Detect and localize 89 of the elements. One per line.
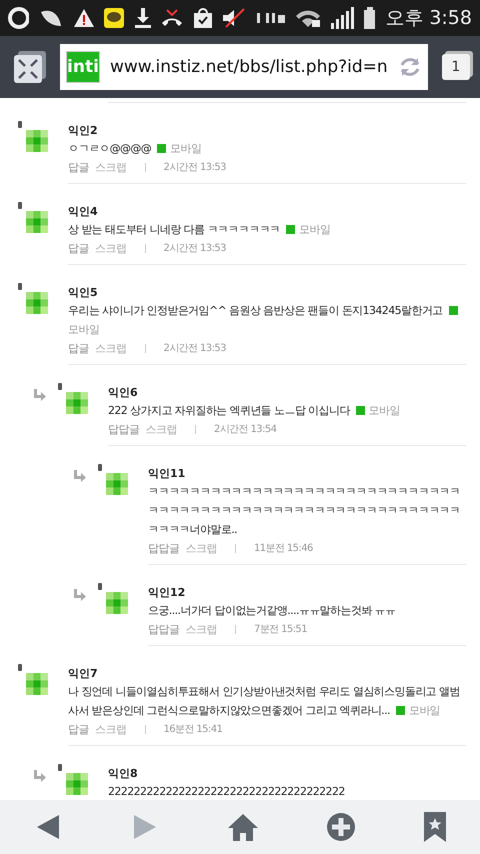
warning-icon	[72, 8, 94, 28]
author-name: 익인12	[148, 585, 186, 601]
phone-icon	[18, 664, 22, 671]
comment-text: 나 징언데 니들이열심히투표해서 인기상받아낸것처럼 우리도 열심히스밍돌리고 앨범사서 받은상인데 그런식으로말하지않았으면좋겠어 그리고 엑퀴라니... 모바일	[68, 684, 461, 719]
comment-time: 7분전 15:51	[254, 623, 307, 637]
bookmark-button[interactable]	[422, 811, 447, 843]
comment-text: ㅋㅋㅋㅋㅋㅋㅋㅋㅋㅋㅋㅋㅋㅋㅋㅋㅋㅋㅋㅋㅋㅋㅋㅋㅋㅋㅋㅋㅋㅋㅋㅋㅋㅋㅋㅋㅋㅋㅋㅋㅋㅋㅋㅋㅋㅋㅋㅋㅋㅋㅋㅋㅋㅋㅋㅋㅋㅋㅋㅋㅋㅋㅋㅋ너야말로..	[148, 484, 462, 538]
avatar	[26, 211, 48, 233]
site-logo: inti	[66, 51, 100, 83]
home-icon	[226, 812, 259, 842]
scrap-link[interactable]: 스크랩	[186, 620, 217, 639]
add-icon	[326, 812, 356, 842]
mobile-label: 모바일	[408, 704, 440, 717]
comment-text: 222 상가지고 자위질하는 엑퀴년들 노ㅡ답 이십니다 모바일	[108, 403, 401, 419]
comment-time: 16분전 15:41	[164, 723, 222, 737]
scrap-link[interactable]: 스크랩	[95, 158, 126, 177]
reply-link[interactable]: 답답글	[148, 539, 180, 558]
chat-app-icon	[104, 8, 124, 28]
comment-time: 2시간전 13:53	[164, 161, 226, 175]
mobile-marker-icon	[157, 144, 166, 153]
phone-icon	[58, 764, 62, 771]
home-button[interactable]	[226, 812, 259, 842]
add-button[interactable]	[326, 812, 356, 842]
phone-icon	[98, 464, 102, 471]
mobile-marker-icon	[356, 406, 365, 415]
reply-arrow-icon	[72, 470, 86, 482]
mobile-label: 모바일	[68, 323, 100, 336]
url-text: www.instiz.net/bbs/list.php?id=n	[110, 57, 388, 77]
phone-icon	[98, 583, 102, 590]
address-field[interactable]: inti www.instiz.net/bbs/list.php?id=n	[60, 44, 428, 90]
avatar	[106, 592, 128, 614]
avatar	[26, 292, 48, 314]
missed-call-icon	[161, 8, 183, 28]
comment-time: 2시간전 13:54	[214, 423, 276, 437]
tab-count-button[interactable]: 1	[442, 54, 470, 80]
scrap-link[interactable]: 스크랩	[95, 239, 126, 258]
reply-link[interactable]: 답답글	[108, 420, 140, 439]
comment-text: ㅇㄱㄹㅇ@@@@ 모바일	[68, 141, 202, 157]
reply-link[interactable]: 답답글	[148, 620, 180, 639]
leaf-icon	[39, 8, 63, 28]
avatar	[26, 130, 48, 152]
author-name: 익인8	[108, 766, 139, 782]
author-name: 익인2	[68, 123, 99, 139]
mobile-marker-icon	[448, 306, 458, 315]
comment-text: 으궁....너가더 답이없는거같앵....ㅠㅠ말하는것봐 ㅠㅠ	[148, 603, 396, 619]
phone-icon	[18, 283, 22, 290]
comment-text: 우리는 샤이니가 인정받은거임^^ 음원상 음반상은 팬들이 돈지134245랄한거고 모바일	[68, 301, 466, 339]
author-name: 익인5	[68, 285, 99, 301]
reply-link[interactable]: 답글	[68, 239, 89, 258]
mobile-label: 모바일	[299, 223, 330, 236]
scrap-link[interactable]: 스크랩	[95, 720, 126, 739]
author-name: 익인7	[68, 666, 99, 682]
author-name: 익인6	[108, 385, 139, 401]
avatar	[106, 473, 128, 495]
mobile-marker-icon	[396, 706, 405, 715]
comment-text: 2222222222222222222222222222222222222	[108, 784, 346, 800]
phone-icon	[58, 383, 62, 390]
comment-time: 11분전 15:46	[254, 542, 313, 556]
mobile-label: 모바일	[368, 404, 400, 417]
author-name: 익인11	[148, 466, 186, 482]
signal-icon	[330, 7, 354, 29]
shopping-bag-icon	[192, 8, 212, 28]
scrap-link[interactable]: 스크랩	[95, 339, 126, 358]
avatar	[66, 392, 88, 414]
reply-link[interactable]: 답글	[68, 720, 89, 739]
wifi-lock-icon	[294, 8, 320, 28]
reply-arrow-icon	[32, 389, 46, 401]
comment-time: 2시간전 13:53	[164, 242, 226, 256]
reply-arrow-icon	[72, 589, 86, 601]
phone-icon	[18, 202, 22, 209]
comment-time: 2시간전 13:53	[164, 342, 226, 356]
bookmark-icon	[422, 811, 447, 843]
status-time: 오후 3:58	[385, 6, 472, 31]
phone-icon	[18, 121, 22, 128]
scrap-link[interactable]: 스크랩	[186, 539, 217, 558]
collapse-icon[interactable]	[14, 51, 46, 83]
mobile-marker-icon	[286, 225, 296, 234]
download-icon	[134, 8, 152, 28]
battery-icon	[364, 7, 376, 29]
scrap-link[interactable]: 스크랩	[146, 420, 177, 439]
mobile-label: 모바일	[170, 142, 202, 155]
reply-link[interactable]: 답글	[68, 158, 89, 177]
avatar	[66, 773, 88, 795]
reply-link[interactable]: 답글	[68, 339, 89, 358]
author-name: 익인4	[68, 204, 99, 220]
comment-text: 상 받는 태도부터 니네랑 다름 ㅋㅋㅋㅋㅋㅋㅋ 모바일	[68, 222, 332, 238]
muted-speaker-icon	[222, 8, 246, 28]
avatar	[26, 673, 48, 695]
reply-arrow-icon	[32, 770, 46, 782]
